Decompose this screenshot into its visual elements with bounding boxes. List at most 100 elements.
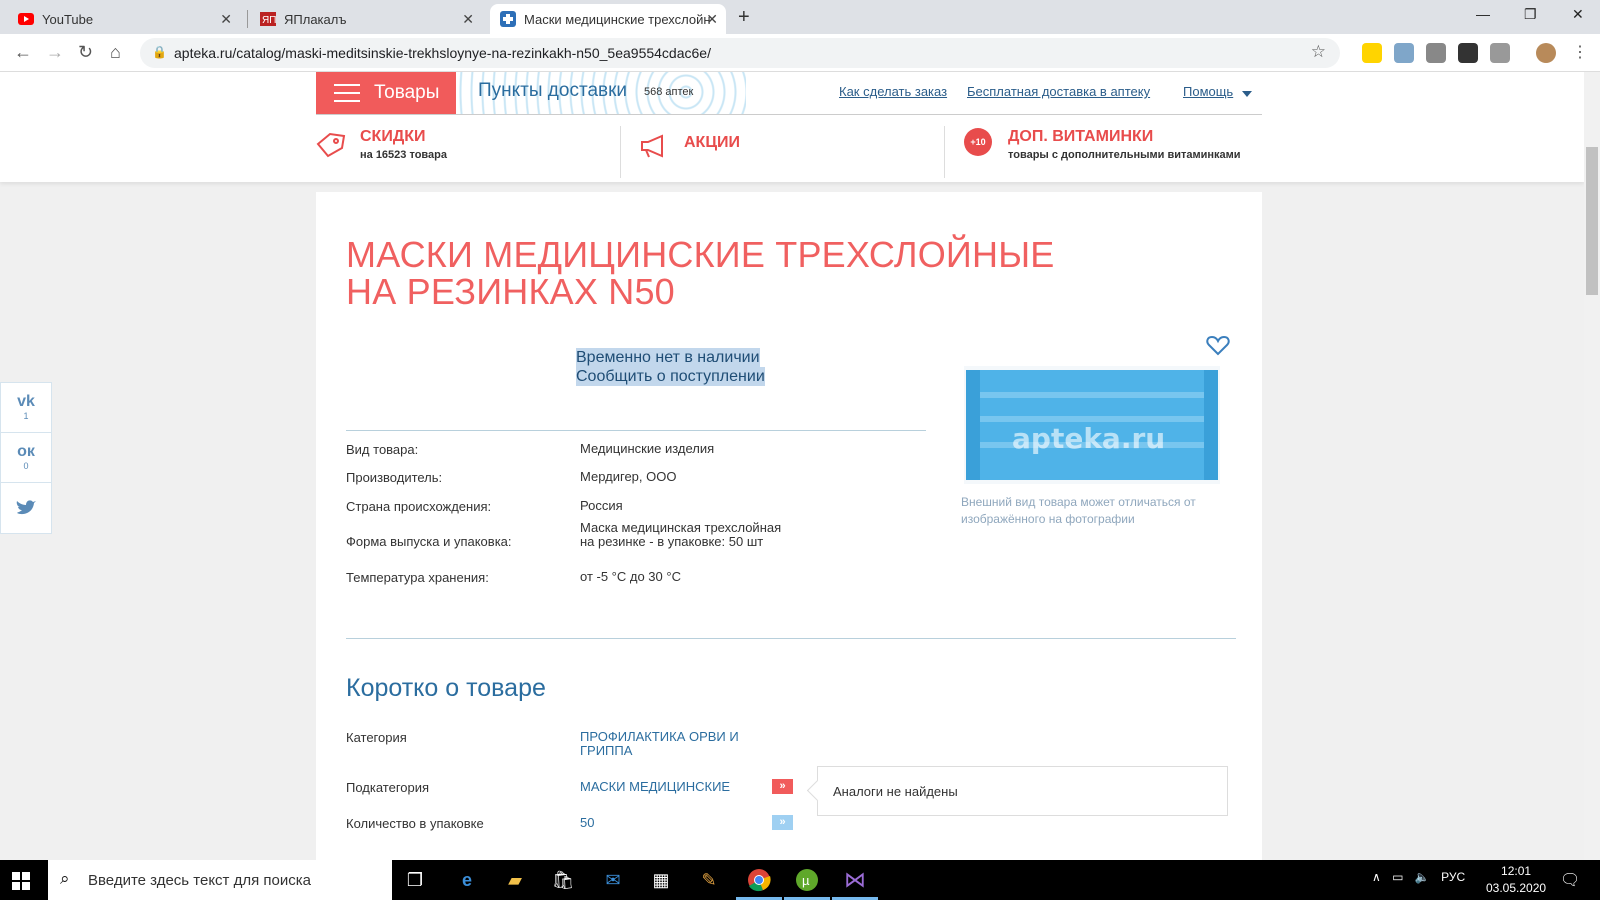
menu-dots-icon[interactable]: ⋮ xyxy=(1572,42,1588,62)
calculator-icon[interactable]: ▦ xyxy=(646,866,676,894)
pharmacy-count: 568 аптек xyxy=(644,86,694,98)
notify-link[interactable]: Сообщить о поступлении xyxy=(576,367,765,386)
promo-title: ДОП. ВИТАМИНКИ xyxy=(1008,128,1154,145)
category-link[interactable]: ПРОФИЛАКТИКА ОРВИ И ГРИППА xyxy=(580,730,760,758)
visual-studio-icon[interactable]: ⋈ xyxy=(840,866,870,894)
page-scrollbar[interactable] xyxy=(1584,72,1600,860)
promo-vitamins[interactable]: +10 ДОП. ВИТАМИНКИ товары с дополнительн… xyxy=(964,128,1241,161)
store-icon[interactable]: 🛍 xyxy=(548,866,578,894)
extension-qr-icon[interactable] xyxy=(1426,43,1446,63)
watermark-text: apteka.ru xyxy=(1012,422,1166,455)
chevron-down-icon[interactable] xyxy=(1242,91,1252,97)
plus-ten-badge: +10 xyxy=(964,128,992,156)
svg-text:ЯП: ЯП xyxy=(262,15,276,26)
extension-yandex-icon[interactable] xyxy=(1362,43,1382,63)
chrome-icon[interactable] xyxy=(744,866,774,894)
tab-title: YouTube xyxy=(42,11,94,27)
megaphone-icon xyxy=(641,134,663,158)
share-count: 1 xyxy=(23,411,29,421)
hamburger-icon xyxy=(334,84,360,102)
social-share-panel: vk 1 ок 0 xyxy=(0,382,52,534)
delivery-points-link[interactable]: Пункты доставки xyxy=(478,80,627,102)
task-view-icon[interactable]: ❐ xyxy=(400,866,430,894)
time-text: 12:01 xyxy=(1501,864,1532,878)
tab-apteka[interactable]: Маски медицинские трехслойн ✕ xyxy=(490,4,726,34)
spec-label: Температура хранения: xyxy=(346,570,489,585)
spec-label: Производитель: xyxy=(346,470,443,485)
utorrent-icon[interactable]: µ xyxy=(792,866,822,894)
extension-shield-icon[interactable] xyxy=(1490,43,1510,63)
close-icon[interactable]: ✕ xyxy=(220,11,232,28)
promo-subtitle: товары с дополнительными витаминками xyxy=(1008,149,1241,161)
ok-share-button[interactable]: ок 0 xyxy=(1,433,51,483)
date-text: 03.05.2020 xyxy=(1486,881,1547,895)
extension-adblock-icon[interactable] xyxy=(1394,43,1414,63)
network-icon[interactable]: ▭ xyxy=(1392,870,1403,884)
catalog-menu-button[interactable]: Товары xyxy=(316,72,456,114)
back-icon[interactable]: ← xyxy=(14,42,32,63)
extension-mask-icon[interactable] xyxy=(1458,43,1478,63)
tab-youtube[interactable]: YouTube ✕ xyxy=(8,4,240,34)
favorite-heart-icon[interactable] xyxy=(1206,334,1230,356)
tab-yaplakal[interactable]: ЯП ЯПлакалъ ✕ xyxy=(250,4,482,34)
catalog-menu-label: Товары xyxy=(374,82,440,103)
pack-quantity-value: 50 xyxy=(580,815,595,830)
edge-icon[interactable]: e xyxy=(452,866,482,894)
twitter-icon xyxy=(16,500,36,515)
search-icon: ⌕ xyxy=(60,869,70,888)
help-link[interactable]: Помощь xyxy=(1183,84,1233,99)
windows-start-icon[interactable] xyxy=(12,872,30,890)
taskbar-search[interactable]: ⌕ Введите здесь текст для поиска xyxy=(48,860,392,900)
home-icon[interactable]: ⌂ xyxy=(110,42,121,63)
lock-icon: 🔒 xyxy=(152,45,167,59)
yaplakal-icon: ЯП xyxy=(260,12,276,26)
brief-label: Подкатегория xyxy=(346,780,430,795)
spec-value: Медицинские изделия xyxy=(580,441,715,456)
volume-icon[interactable]: 🔈 xyxy=(1415,870,1430,884)
tab-title: ЯПлакалъ xyxy=(284,11,347,27)
double-chevron-right-icon[interactable]: » xyxy=(772,815,793,830)
spec-value: Маска медицинская трехслойная на резинке… xyxy=(580,520,782,549)
ok-icon: ок xyxy=(17,443,35,460)
clock[interactable]: 12:01 03.05.2020 xyxy=(1486,863,1546,897)
window-close-icon[interactable]: ✕ xyxy=(1572,6,1584,23)
minimize-icon[interactable]: — xyxy=(1476,6,1490,22)
product-image[interactable]: apteka.ru xyxy=(964,366,1220,484)
paint-icon[interactable]: ✎ xyxy=(694,866,724,894)
promo-actions[interactable]: АКЦИИ xyxy=(640,134,740,158)
share-count: 0 xyxy=(23,461,29,471)
bookmark-star-icon[interactable]: ☆ xyxy=(1311,42,1326,62)
spec-value: Мердигер, ООО xyxy=(580,469,677,484)
close-icon[interactable]: ✕ xyxy=(706,11,718,28)
browser-toolbar: ← → ↻ ⌂ 🔒 apteka.ru/catalog/maski-medits… xyxy=(0,34,1600,72)
url-text: apteka.ru/catalog/maski-meditsinskie-tre… xyxy=(174,45,711,61)
language-indicator[interactable]: РУС xyxy=(1441,870,1465,884)
mail-icon[interactable]: ✉ xyxy=(598,866,628,894)
chevron-up-icon[interactable]: ∧ xyxy=(1372,870,1381,884)
address-bar[interactable]: 🔒 apteka.ru/catalog/maski-meditsinskie-t… xyxy=(140,38,1340,68)
file-explorer-icon[interactable]: ▰ xyxy=(500,866,530,894)
svg-text:µ: µ xyxy=(802,873,810,888)
how-to-order-link[interactable]: Как сделать заказ xyxy=(839,84,947,99)
free-delivery-link[interactable]: Бесплатная доставка в аптеку xyxy=(967,84,1150,99)
product-title: МАСКИ МЕДИЦИНСКИЕ ТРЕХСЛОЙНЫЕ НА РЕЗИНКА… xyxy=(346,234,1055,312)
profile-avatar[interactable] xyxy=(1536,43,1556,63)
subcategory-link[interactable]: МАСКИ МЕДИЦИНСКИЕ xyxy=(580,780,730,794)
brief-label: Категория xyxy=(346,730,407,745)
twitter-share-button[interactable] xyxy=(1,483,51,533)
notification-icon[interactable]: 🗨 xyxy=(1560,870,1580,890)
reload-icon[interactable]: ↻ xyxy=(78,42,93,63)
new-tab-button[interactable]: + xyxy=(738,6,750,29)
restore-icon[interactable]: ❐ xyxy=(1524,6,1537,23)
scrollbar-thumb[interactable] xyxy=(1586,147,1598,295)
close-icon[interactable]: ✕ xyxy=(462,11,474,28)
forward-icon[interactable]: → xyxy=(46,42,64,63)
promo-discounts[interactable]: СКИДКИ на 16523 товара xyxy=(316,128,447,161)
spec-label: Страна происхождения: xyxy=(346,499,492,514)
spec-value: от -5 °С до 30 °С xyxy=(580,569,681,584)
product-card: МАСКИ МЕДИЦИНСКИЕ ТРЕХСЛОЙНЫЕ НА РЕЗИНКА… xyxy=(316,192,1262,860)
brief-label: Количество в упаковке xyxy=(346,816,484,831)
vk-share-button[interactable]: vk 1 xyxy=(1,383,51,433)
spec-label: Форма выпуска и упаковка: xyxy=(346,534,512,549)
double-chevron-right-icon[interactable]: » xyxy=(772,779,793,794)
